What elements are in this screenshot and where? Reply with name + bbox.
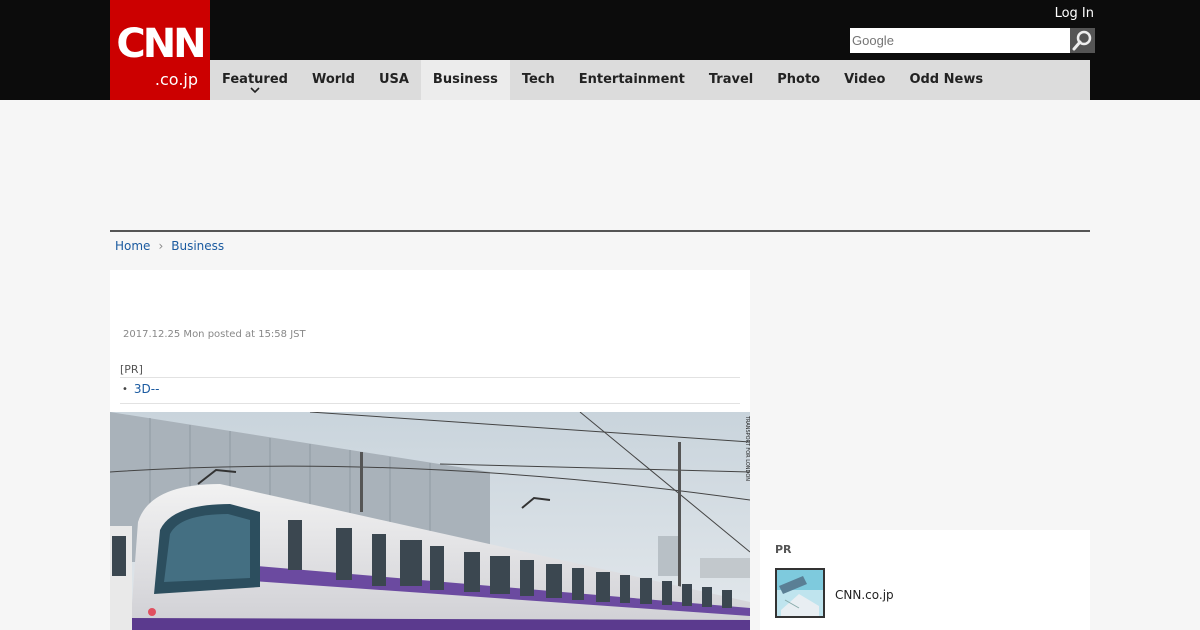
image-credit: TRANSPORT FOR LONDON [744, 415, 750, 481]
article-card: 2017.12.25 Mon posted at 15:58 JST [PR] … [110, 270, 750, 630]
nav-item-label: Photo [777, 72, 821, 87]
nav-item-featured[interactable]: Featured [210, 60, 300, 100]
nav-item-label: Video [844, 72, 886, 87]
article-hero-image: TRANSPORT FOR LONDON [110, 412, 750, 630]
top-header: CNN .co.jp Log In Featured World USA Bus… [0, 0, 1200, 100]
magnifier-icon [1072, 30, 1092, 51]
nav-item-label: World [311, 72, 355, 87]
chevron-right-icon: › [158, 239, 164, 253]
nav-item-label: Business [432, 72, 498, 87]
nav-item-usa[interactable]: USA [367, 60, 421, 100]
nav-item-world[interactable]: World [300, 60, 367, 100]
nav-item-label: Tech [521, 72, 555, 87]
breadcrumb-home[interactable]: Home [115, 238, 150, 254]
sidebar-pr-label: PR [775, 543, 792, 556]
section-divider [110, 230, 1090, 232]
sidebar-pr-thumbnail[interactable] [775, 568, 825, 618]
sidebar-pr-card: PR CNN.co.jp [760, 530, 1090, 630]
nav-item-business[interactable]: Business [420, 60, 510, 100]
search-input[interactable] [850, 28, 1070, 53]
nav-item-label: Travel [708, 72, 754, 87]
nav-item-label: USA [378, 72, 409, 87]
pr-link[interactable]: 3D-- [134, 382, 160, 397]
posted-timestamp: 2017.12.25 Mon posted at 15:58 JST [123, 329, 306, 340]
breadcrumb-business[interactable]: Business [171, 238, 224, 254]
nav-item-video[interactable]: Video [832, 60, 897, 100]
bullet-icon: • [122, 384, 128, 395]
nav-item-odd-news[interactable]: Odd News [897, 60, 995, 100]
nav-item-label: Odd News [909, 72, 984, 87]
logo-sub-text: .co.jp [154, 70, 198, 89]
main-nav: Featured World USA Business Tech Enterta… [210, 60, 1090, 100]
search-button[interactable] [1070, 28, 1095, 53]
sidebar-pr-link[interactable]: CNN.co.jp [835, 587, 894, 603]
login-link[interactable]: Log In [1055, 6, 1094, 22]
cnn-logo[interactable]: CNN .co.jp [110, 0, 210, 100]
nav-item-tech[interactable]: Tech [510, 60, 567, 100]
chevron-down-icon [250, 86, 260, 97]
nav-item-entertainment[interactable]: Entertainment [567, 60, 697, 100]
pr-label: [PR] [120, 363, 740, 378]
nav-item-photo[interactable]: Photo [765, 60, 832, 100]
logo-main-text: CNN [116, 21, 206, 67]
pr-list-item: • 3D-- [120, 382, 740, 397]
nav-item-label: Featured [222, 72, 288, 87]
breadcrumb: Home › Business [115, 238, 224, 254]
nav-item-travel[interactable]: Travel [697, 60, 765, 100]
pr-block: [PR] • 3D-- [120, 363, 740, 404]
nav-item-label: Entertainment [578, 72, 685, 87]
